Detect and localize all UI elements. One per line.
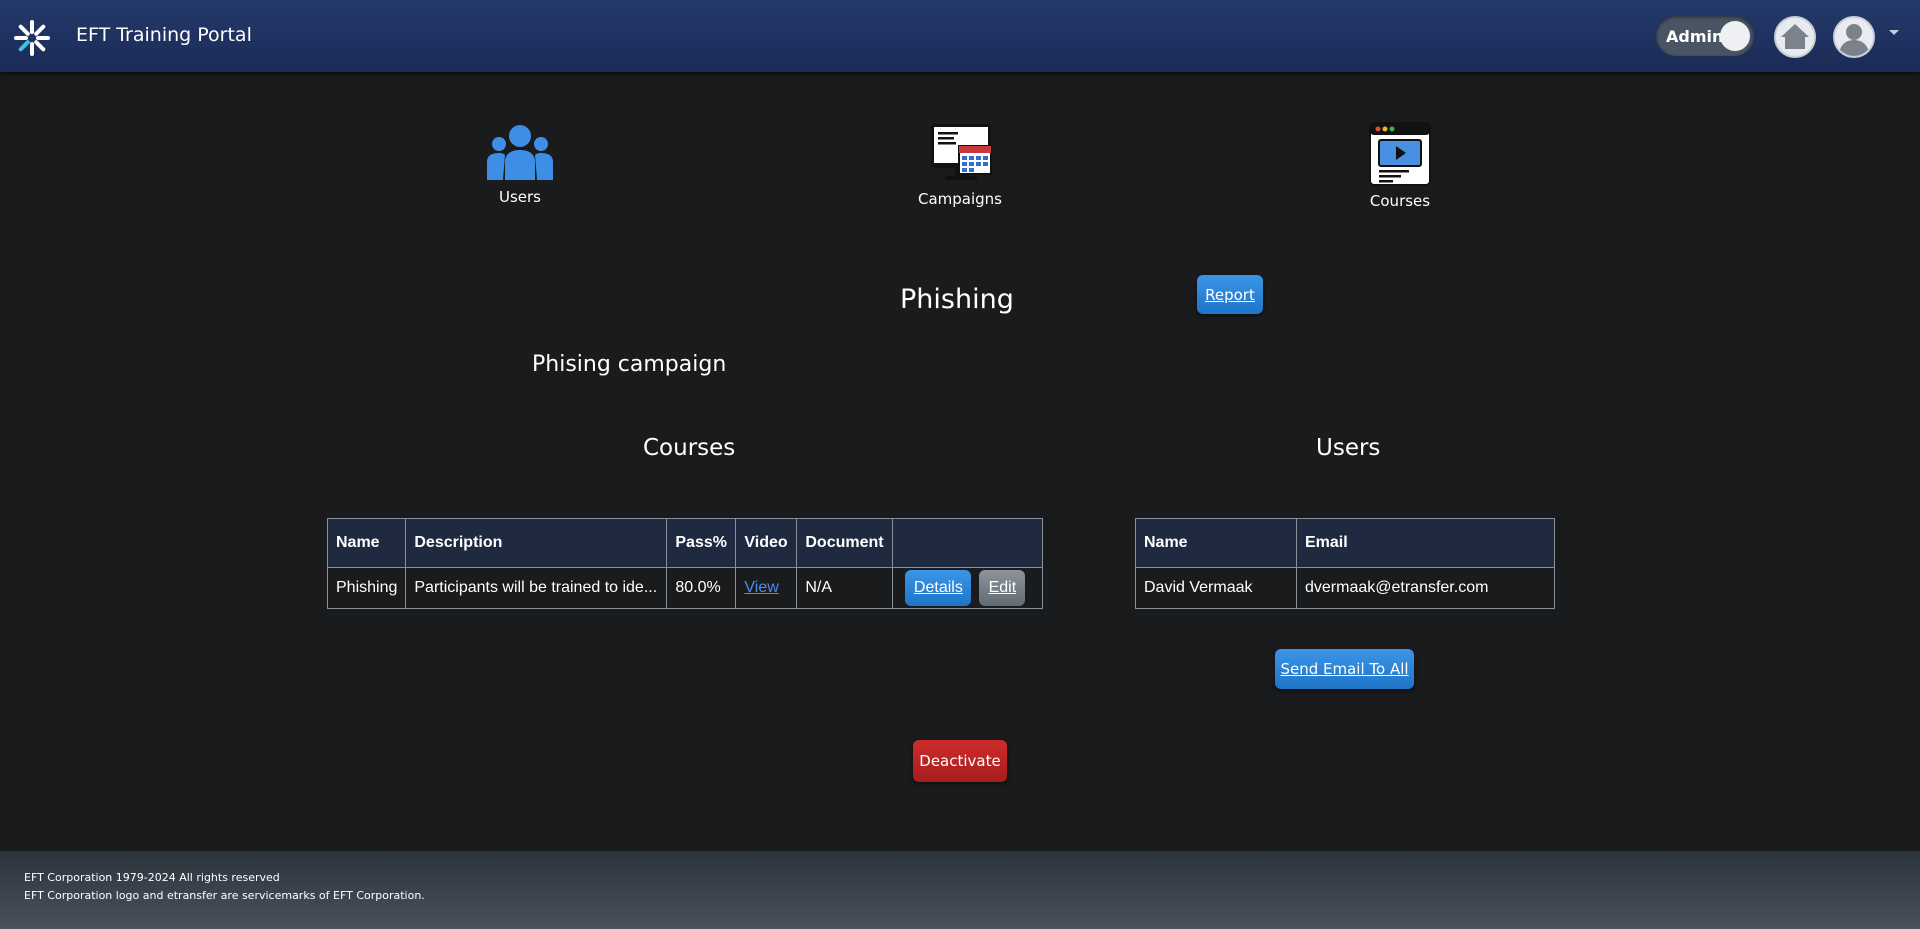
column-header-actions: [892, 518, 1043, 568]
course-pass-cell: 80.0%: [666, 567, 737, 609]
deactivate-button[interactable]: Deactivate: [913, 740, 1007, 782]
courses-icon: [1369, 122, 1431, 186]
user-name-cell: David Vermaak: [1135, 567, 1297, 609]
column-header-name: Name: [326, 518, 407, 568]
column-header-email: Email: [1296, 518, 1555, 568]
nav-users[interactable]: Users: [480, 122, 560, 206]
chevron-down-icon[interactable]: [1889, 30, 1899, 35]
column-header-name: Name: [1135, 518, 1297, 568]
courses-heading: Courses: [643, 435, 736, 461]
nav-campaigns[interactable]: Campaigns: [910, 122, 1010, 208]
toggle-knob: [1720, 21, 1750, 51]
home-button[interactable]: [1774, 16, 1816, 58]
table-row: David Vermaak dvermaak@etransfer.com: [1135, 567, 1555, 609]
nav-courses-label: Courses: [1369, 192, 1431, 210]
course-description-cell: Participants will be trained to ide...: [405, 567, 668, 609]
column-header-document: Document: [796, 518, 894, 568]
logo-icon[interactable]: [12, 18, 52, 58]
top-header: EFT Training Portal Admin: [0, 0, 1920, 72]
table-header-row: Name Description Pass% Video Document: [326, 518, 1043, 568]
page-title: Phishing: [900, 284, 1014, 315]
profile-button[interactable]: [1833, 16, 1875, 58]
users-table: Name Email David Vermaak dvermaak@etrans…: [1135, 518, 1555, 609]
admin-toggle-label: Admin: [1666, 27, 1724, 46]
column-header-pass: Pass%: [666, 518, 737, 568]
home-icon: [1781, 24, 1809, 49]
course-name-cell: Phishing: [326, 567, 407, 609]
view-video-link[interactable]: View: [744, 579, 778, 596]
table-row: Phishing Participants will be trained to…: [326, 567, 1043, 609]
send-email-to-all-button[interactable]: Send Email To All: [1275, 649, 1414, 689]
table-header-row: Name Email: [1135, 518, 1555, 568]
footer-copyright: EFT Corporation 1979-2024 All rights res…: [24, 871, 280, 884]
nav-campaigns-label: Campaigns: [917, 190, 1002, 208]
users-heading: Users: [1316, 435, 1381, 461]
courses-table: Name Description Pass% Video Document Ph…: [326, 518, 1043, 609]
user-email-cell: dvermaak@etransfer.com: [1296, 567, 1555, 609]
app-title: EFT Training Portal: [76, 24, 252, 46]
details-button[interactable]: Details: [905, 570, 972, 606]
users-icon: [487, 125, 553, 180]
admin-toggle[interactable]: Admin: [1656, 16, 1754, 56]
course-actions-cell: Details Edit: [892, 567, 1043, 609]
avatar-icon: [1839, 24, 1869, 56]
course-document-cell: N/A: [796, 567, 894, 609]
nav-users-label: Users: [498, 188, 541, 206]
report-button[interactable]: Report: [1197, 275, 1263, 314]
column-header-video: Video: [735, 518, 798, 568]
column-header-description: Description: [405, 518, 668, 568]
footer: EFT Corporation 1979-2024 All rights res…: [0, 851, 1920, 929]
campaign-name: Phising campaign: [532, 352, 727, 377]
course-video-cell: View: [735, 567, 798, 609]
footer-servicemarks: EFT Corporation logo and etransfer are s…: [24, 889, 425, 902]
edit-button[interactable]: Edit: [979, 570, 1026, 606]
nav-courses[interactable]: Courses: [1360, 122, 1440, 210]
campaigns-icon: [931, 124, 992, 180]
